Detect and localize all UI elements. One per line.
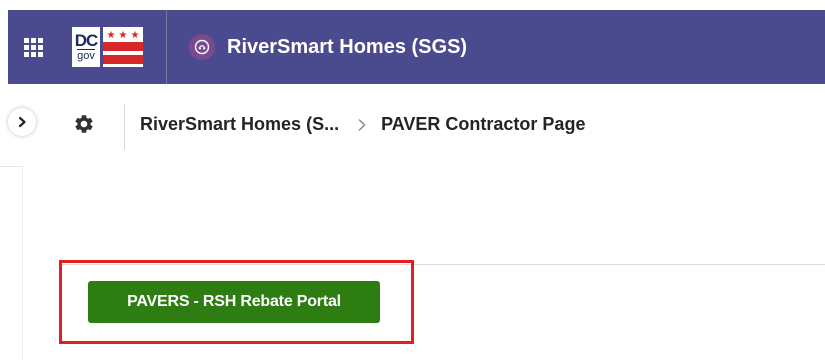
nav-divider (124, 104, 125, 150)
app-title[interactable]: RiverSmart Homes (SGS) (227, 36, 467, 59)
breadcrumb: RiverSmart Homes (S... PAVER Contractor … (140, 114, 585, 135)
gear-icon (75, 115, 93, 133)
app-module-icon (189, 34, 215, 60)
chevron-right-icon (18, 116, 26, 128)
waffle-grid-icon (23, 37, 43, 57)
dc-gov-wordmark: DC gov (72, 27, 100, 67)
pavers-rebate-portal-button[interactable]: PAVERS - RSH Rebate Portal (88, 281, 380, 323)
breadcrumb-item-app[interactable]: RiverSmart Homes (S... (140, 114, 339, 135)
settings-button[interactable] (72, 112, 96, 136)
logo-text-primary: DC (74, 31, 99, 50)
page: DC gov ★ ★ ★ RiverSmart Homes (SGS) Rive… (0, 0, 825, 360)
dc-gov-logo[interactable]: DC gov ★ ★ ★ (72, 26, 146, 68)
dc-flag-icon: ★ ★ ★ (103, 27, 143, 67)
breadcrumb-item-current-page: PAVER Contractor Page (381, 114, 586, 134)
header-divider (166, 10, 167, 84)
top-app-bar: DC gov ★ ★ ★ RiverSmart Homes (SGS) (8, 10, 825, 84)
expand-nav-button[interactable] (8, 108, 36, 136)
app-launcher-button[interactable] (8, 10, 58, 84)
command-bar: RiverSmart Homes (S... PAVER Contractor … (0, 84, 825, 167)
chevron-right-icon (358, 118, 366, 131)
logo-text-secondary: gov (77, 49, 95, 62)
breadcrumb-separator (357, 118, 367, 132)
